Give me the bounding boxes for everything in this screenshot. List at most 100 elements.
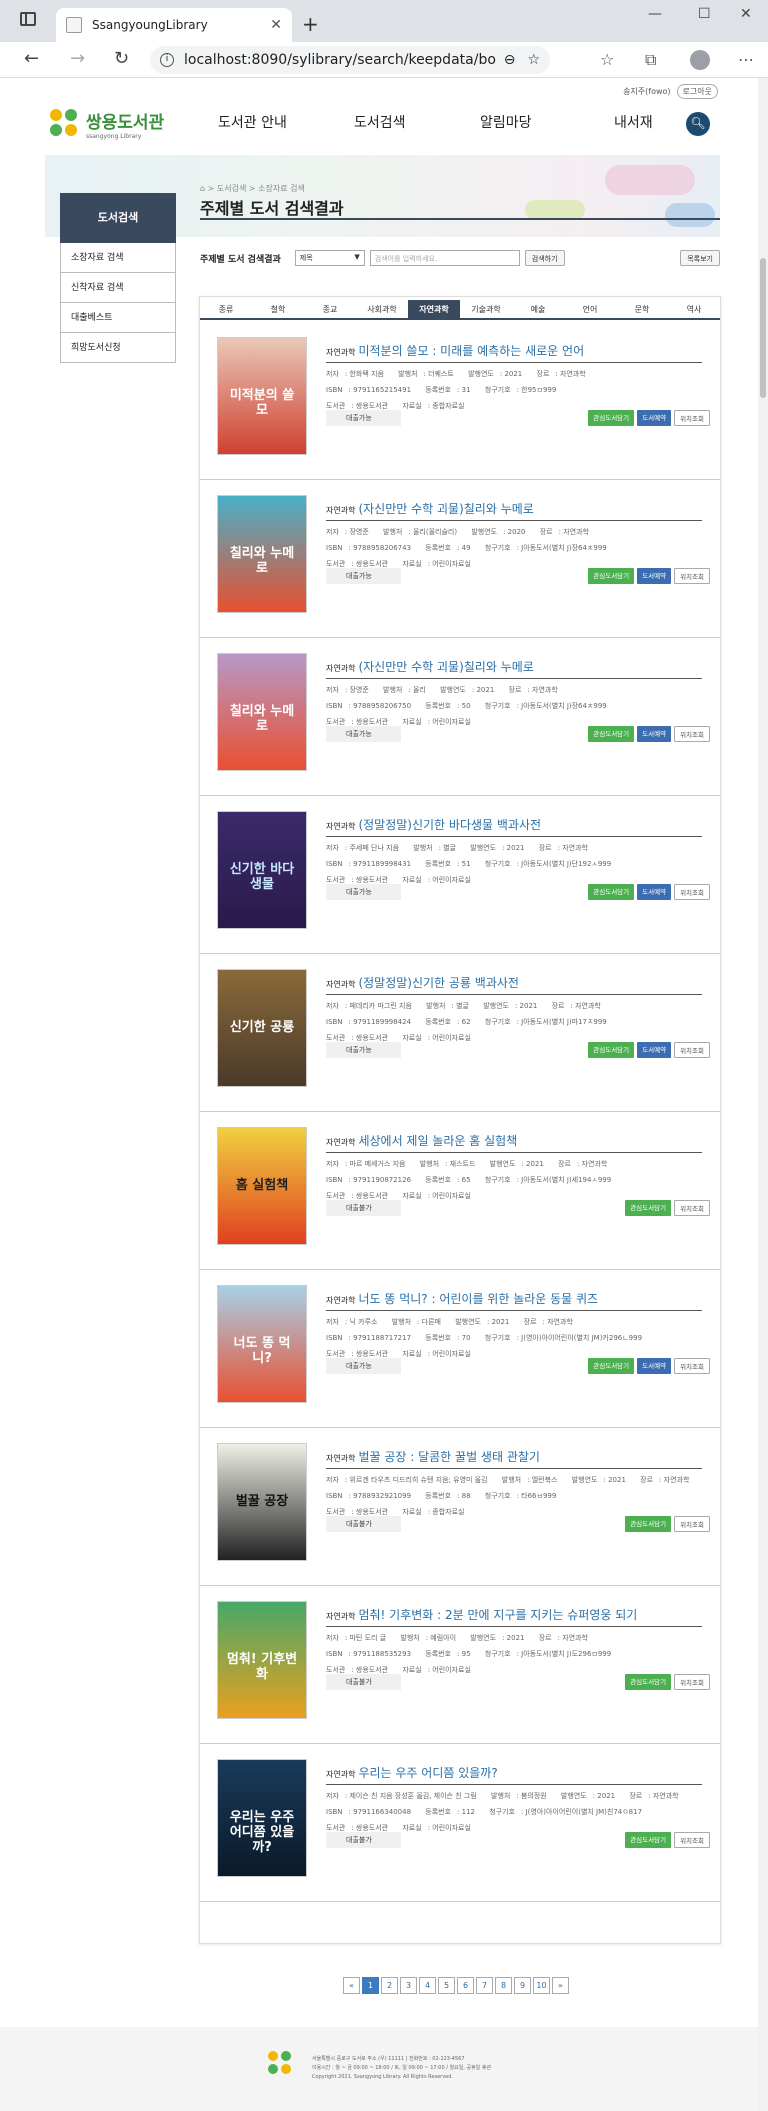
book-cover-image[interactable]: 너도 똥 먹니? xyxy=(217,1285,307,1403)
back-icon[interactable]: ← xyxy=(24,48,39,69)
page-link[interactable]: « xyxy=(343,1977,360,1994)
gnb-book-search[interactable]: 도서검색 xyxy=(354,112,406,132)
book-cover-image[interactable]: 신기한 바다생물 xyxy=(217,811,307,929)
locate-button[interactable]: 위치조회 xyxy=(674,1042,710,1058)
new-tab-icon[interactable]: + xyxy=(302,12,319,36)
list-view-button[interactable]: 목록보기 xyxy=(680,250,720,266)
site-info-icon[interactable]: i xyxy=(160,53,174,67)
search-button[interactable]: 검색하기 xyxy=(524,250,565,266)
reserve-button[interactable]: 도서예약 xyxy=(637,568,672,584)
book-title[interactable]: 자연과학 (정말정말)신기한 공룡 백과사전 xyxy=(326,974,702,995)
page-link[interactable]: 2 xyxy=(381,1977,398,1994)
category-tab[interactable]: 종류 xyxy=(200,300,252,318)
book-title[interactable]: 자연과학 세상에서 제일 놀라운 홈 실험책 xyxy=(326,1132,702,1153)
page-link[interactable]: 8 xyxy=(495,1977,512,1994)
maximize-icon[interactable]: ☐ xyxy=(698,6,711,22)
category-tab[interactable]: 기술과학 xyxy=(460,300,512,318)
page-link[interactable]: 3 xyxy=(400,1977,417,1994)
book-cover-image[interactable]: 미적분의 쓸모 xyxy=(217,337,307,455)
category-tab[interactable]: 역사 xyxy=(668,300,720,318)
page-link[interactable]: 1 xyxy=(362,1977,379,1994)
book-title[interactable]: 자연과학 너도 똥 먹니? : 어린이를 위한 놀라운 동물 퀴즈 xyxy=(326,1290,702,1311)
book-cover-image[interactable]: 신기한 공룡 xyxy=(217,969,307,1087)
book-title[interactable]: 자연과학 멈춰! 기후변화 : 2분 만에 지구를 지키는 슈퍼영웅 되기 xyxy=(326,1606,702,1627)
gnb-library-info[interactable]: 도서관 안내 xyxy=(218,112,287,132)
page-link[interactable]: » xyxy=(552,1977,569,1994)
category-tab[interactable]: 철학 xyxy=(252,300,304,318)
side-item-new-arrivals[interactable]: 신착자료 검색 xyxy=(60,273,176,303)
add-interest-button[interactable]: 관심도서담기 xyxy=(588,1358,635,1374)
add-interest-button[interactable]: 관심도서담기 xyxy=(625,1832,672,1848)
add-interest-button[interactable]: 관심도서담기 xyxy=(588,1042,635,1058)
favorites-icon[interactable]: ☆ xyxy=(600,50,614,69)
collections-icon[interactable]: ⧉ xyxy=(645,50,656,70)
locate-button[interactable]: 위치조회 xyxy=(674,568,710,584)
reload-icon[interactable]: ↻ xyxy=(114,48,129,69)
category-tab[interactable]: 종교 xyxy=(304,300,356,318)
search-input[interactable]: 검색어를 입력하세요. xyxy=(369,250,520,266)
book-cover-image[interactable]: 칠리와 누메로 xyxy=(217,495,307,613)
page-link[interactable]: 7 xyxy=(476,1977,493,1994)
book-title[interactable]: 자연과학 우리는 우주 어디쯤 있을까? xyxy=(326,1764,702,1785)
side-item-best-loans[interactable]: 대출베스트 xyxy=(60,303,176,333)
favorite-add-icon[interactable]: ☆ xyxy=(527,52,540,68)
locate-button[interactable]: 위치조회 xyxy=(674,884,710,900)
book-cover-image[interactable]: 우리는 우주 어디쯤 있을까? xyxy=(217,1759,307,1877)
add-interest-button[interactable]: 관심도서담기 xyxy=(588,410,635,426)
locate-button[interactable]: 위치조회 xyxy=(674,1516,710,1532)
reserve-button[interactable]: 도서예약 xyxy=(637,410,672,426)
page-link[interactable]: 10 xyxy=(533,1977,550,1994)
gnb-notice[interactable]: 알림마당 xyxy=(480,112,532,132)
gnb-my-library[interactable]: 내서재 xyxy=(614,112,653,132)
add-interest-button[interactable]: 관심도서담기 xyxy=(625,1200,672,1216)
category-tab[interactable]: 언어 xyxy=(564,300,616,318)
book-cover-image[interactable]: 홈 실험책 xyxy=(217,1127,307,1245)
side-item-book-request[interactable]: 희망도서신청 xyxy=(60,333,176,363)
locate-button[interactable]: 위치조회 xyxy=(674,410,710,426)
page-scrollbar[interactable] xyxy=(758,78,768,2111)
page-link[interactable]: 6 xyxy=(457,1977,474,1994)
logout-button[interactable]: 로그아웃 xyxy=(676,84,718,99)
category-tab[interactable]: 예술 xyxy=(512,300,564,318)
book-title[interactable]: 자연과학 (정말정말)신기한 바다생물 백과사전 xyxy=(326,816,702,837)
category-tab[interactable]: 문학 xyxy=(616,300,668,318)
book-title[interactable]: 자연과학 미적분의 쓸모 : 미래를 예측하는 새로운 언어 xyxy=(326,342,702,363)
category-tab[interactable]: 사회과학 xyxy=(356,300,408,318)
page-link[interactable]: 9 xyxy=(514,1977,531,1994)
reserve-button[interactable]: 도서예약 xyxy=(637,1042,672,1058)
search-icon[interactable]: 🔍︎ xyxy=(686,112,710,136)
book-cover-image[interactable]: 벌꿀 공장 xyxy=(217,1443,307,1561)
locate-button[interactable]: 위치조회 xyxy=(674,1358,710,1374)
locate-button[interactable]: 위치조회 xyxy=(674,1674,710,1690)
locate-button[interactable]: 위치조회 xyxy=(674,726,710,742)
locate-button[interactable]: 위치조회 xyxy=(674,1832,710,1848)
reserve-button[interactable]: 도서예약 xyxy=(637,726,672,742)
add-interest-button[interactable]: 관심도서담기 xyxy=(588,884,635,900)
side-item-holdings-search[interactable]: 소장자료 검색 xyxy=(60,243,176,273)
close-tab-icon[interactable]: ✕ xyxy=(270,17,282,33)
page-link[interactable]: 4 xyxy=(419,1977,436,1994)
site-logo[interactable]: 쌍용도서관 ssangyong Library xyxy=(50,108,164,140)
forward-icon[interactable]: → xyxy=(70,48,85,69)
book-title[interactable]: 자연과학 벌꿀 공장 : 달콤한 꿀벌 생태 관찰기 xyxy=(326,1448,702,1469)
reserve-button[interactable]: 도서예약 xyxy=(637,1358,672,1374)
scroll-thumb[interactable] xyxy=(760,258,766,398)
more-menu-icon[interactable]: ⋯ xyxy=(738,50,754,69)
zoom-icon[interactable]: ⊖ xyxy=(504,52,516,68)
profile-avatar[interactable] xyxy=(690,50,710,70)
book-title[interactable]: 자연과학 (자신만만 수학 괴물)칠리와 누메로 xyxy=(326,658,702,679)
close-window-icon[interactable]: ✕ xyxy=(740,6,752,22)
category-tab[interactable]: 자연과학 xyxy=(408,300,460,318)
minimize-icon[interactable]: — xyxy=(648,6,662,22)
book-cover-image[interactable]: 멈춰! 기후변화 xyxy=(217,1601,307,1719)
locate-button[interactable]: 위치조회 xyxy=(674,1200,710,1216)
page-link[interactable]: 5 xyxy=(438,1977,455,1994)
book-cover-image[interactable]: 칠리와 누메로 xyxy=(217,653,307,771)
add-interest-button[interactable]: 관심도서담기 xyxy=(588,568,635,584)
address-bar[interactable]: i localhost:8090/sylibrary/search/keepda… xyxy=(150,46,550,74)
sidebar-toggle-icon[interactable] xyxy=(20,12,36,26)
reserve-button[interactable]: 도서예약 xyxy=(637,884,672,900)
search-field-select[interactable]: 제목 ▼ xyxy=(294,250,365,266)
add-interest-button[interactable]: 관심도서담기 xyxy=(588,726,635,742)
book-title[interactable]: 자연과학 (자신만만 수학 괴물)칠리와 누메로 xyxy=(326,500,702,521)
